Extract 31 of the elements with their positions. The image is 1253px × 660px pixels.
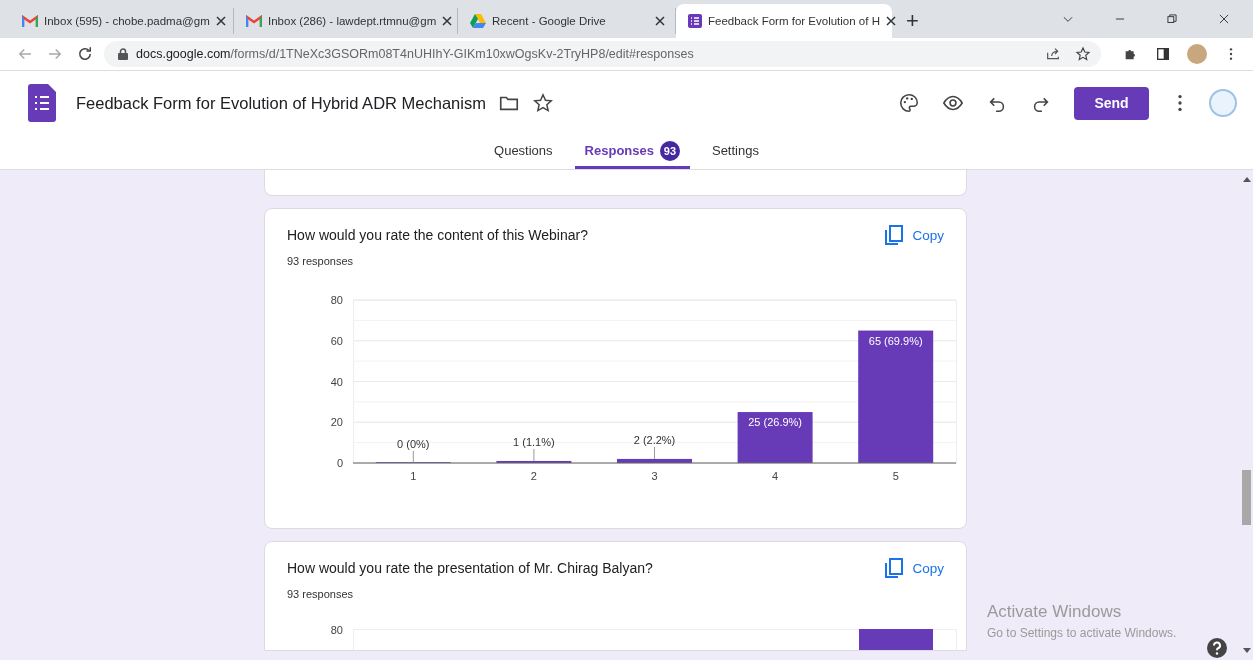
tab-title: Inbox (595) - chobe.padma@gm (44, 15, 210, 27)
tab-title: Feedback Form for Evolution of H (708, 15, 880, 27)
tab-title: Recent - Google Drive (492, 15, 607, 27)
axis-label: 40 (330, 375, 343, 388)
tab-label: Responses (584, 143, 654, 158)
response-count: 93 responses (286, 254, 355, 267)
tab-title: Inbox (286) - lawdept.rtmnu@gm (268, 15, 437, 27)
axis-label: 0 (336, 457, 343, 469)
data-label: 65 (69.9%) (868, 334, 923, 347)
axis-label: 60 (330, 334, 343, 347)
count-badge: 93 (659, 140, 680, 161)
axis-label: 80 (330, 626, 343, 636)
data-label: 1 (1.1%) (513, 435, 555, 448)
axis-label: 1 (410, 470, 417, 482)
tab-label: Settings (711, 143, 759, 158)
axis-label: 80 (330, 294, 343, 306)
activation-text: Go to Settings to activate Windows. (987, 626, 1177, 640)
question-title: How would you rate the content of this Webinar? (287, 227, 589, 243)
data-label: 0 (0%) (397, 438, 430, 450)
tab-label: Questions (494, 143, 553, 158)
axis-label: 4 (772, 470, 779, 482)
axis-label: 2 (530, 470, 537, 482)
url-text: docs.google.com/forms/d/1TNeXc3GSORm08T4nUHIhY-GIKm10xwOgsKv-2TryHP8/edit#responses (136, 47, 694, 61)
data-label: 25 (26.9%) (748, 416, 802, 429)
axis-label: 20 (330, 416, 343, 429)
activation-title: Activate Windows (987, 602, 1123, 622)
response-count: 93 responses (286, 587, 355, 600)
data-label: 2 (2.2%) (633, 433, 676, 446)
question-title: How would you rate the presentation of Mr. Chirag Balyan? (287, 560, 654, 576)
axis-label: 5 (892, 470, 899, 482)
axis-label: 3 (651, 470, 658, 482)
